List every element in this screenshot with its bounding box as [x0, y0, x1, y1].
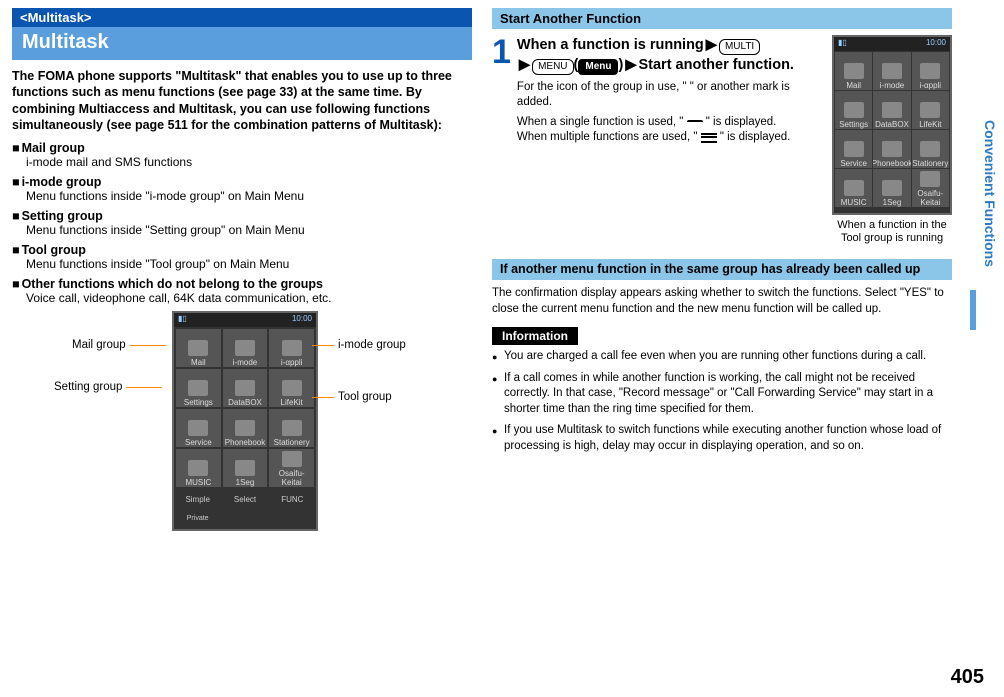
info-item: You are charged a call fee even when you…: [492, 349, 952, 365]
page-number: 405: [951, 666, 984, 689]
menu-cell: 1Seg: [223, 449, 268, 487]
menu-cell: Service: [835, 130, 872, 168]
group-sub-tool: Menu functions inside "Tool group" on Ma…: [26, 257, 472, 271]
label-mail: Mail group: [72, 339, 126, 351]
menu-cell: Service: [176, 409, 221, 447]
side-tab-indicator: [970, 290, 976, 330]
label-imode: i-mode group: [338, 339, 406, 351]
phone-caption: When a function in the Tool group is run…: [832, 219, 952, 245]
menu-cell: Osaifu-Keitai: [269, 449, 314, 487]
group-sub-other: Voice call, videophone call, 64K data co…: [26, 291, 472, 305]
menu-cell: DataBOX: [873, 91, 910, 129]
key-menu: MENU: [532, 59, 573, 75]
menu-cell: Phonebook: [873, 130, 910, 168]
menu-cell: Osaifu-Keitai: [912, 169, 949, 207]
section-title: Multitask: [12, 27, 472, 60]
multi-function-icon: [701, 136, 717, 138]
info-item: If you use Multitask to switch functions…: [492, 423, 952, 454]
group-head-tool: Tool group: [12, 243, 472, 257]
menu-cell: Stationery: [912, 130, 949, 168]
group-sub-mail: i-mode mail and SMS functions: [26, 155, 472, 169]
step-desc-1: For the icon of the group in use, " " or…: [517, 80, 824, 111]
menu-cell: i-mode: [223, 329, 268, 367]
menu-cell: MUSIC: [176, 449, 221, 487]
menu-cell: Phonebook: [223, 409, 268, 447]
menu-cell: Settings: [835, 91, 872, 129]
menu-cell: i-αppli: [269, 329, 314, 367]
note-heading: If another menu function in the same gro…: [492, 259, 952, 280]
note-body: The confirmation display appears asking …: [492, 286, 952, 317]
group-head-imode: i-mode group: [12, 175, 472, 189]
group-head-other: Other functions which do not belong to t…: [12, 277, 472, 291]
menu-cell: DataBOX: [223, 369, 268, 407]
step-number: 1: [492, 35, 511, 146]
info-item: If a call comes in while another functio…: [492, 371, 952, 418]
step-desc-2: When a single function is used, " " is d…: [517, 115, 824, 146]
phone-small: ▮▯10:00 Mail i-mode i-αppli Settings Dat…: [832, 35, 952, 245]
section-description: The FOMA phone supports "Multitask" that…: [12, 68, 472, 133]
group-sub-setting: Menu functions inside "Setting group" on…: [26, 223, 472, 237]
menu-cell: MUSIC: [835, 169, 872, 207]
menu-cell: Stationery: [269, 409, 314, 447]
group-sub-imode: Menu functions inside "i-mode group" on …: [26, 189, 472, 203]
menu-cell: 1Seg: [873, 169, 910, 207]
side-tab: Convenient Functions: [980, 120, 998, 267]
single-function-icon: [687, 120, 703, 124]
status-bar: ▮▯10:00: [174, 313, 316, 327]
menu-cell: Settings: [176, 369, 221, 407]
group-head-mail: Mail group: [12, 141, 472, 155]
information-heading: Information: [492, 327, 578, 345]
key-menu-inv: Menu: [578, 59, 618, 75]
group-head-setting: Setting group: [12, 209, 472, 223]
section-tag: <Multitask>: [12, 8, 472, 27]
menu-cell: i-mode: [873, 52, 910, 90]
softkeys: SimplePrivate Select FUNC: [174, 491, 316, 511]
label-tool: Tool group: [338, 391, 392, 403]
step-heading: When a function is running▶MULTI ▶MENU(M…: [517, 35, 824, 76]
right-header: Start Another Function: [492, 8, 952, 29]
menu-cell: LifeKit: [912, 91, 949, 129]
key-multi: MULTI: [719, 39, 760, 55]
menu-cell: Mail: [835, 52, 872, 90]
menu-diagram: ▮▯10:00 Mail i-mode i-αppli Settings Dat…: [12, 311, 472, 541]
status-bar-small: ▮▯10:00: [834, 37, 950, 51]
menu-cell: i-αppli: [912, 52, 949, 90]
menu-cell: Mail: [176, 329, 221, 367]
label-setting: Setting group: [54, 381, 122, 393]
menu-cell: LifeKit: [269, 369, 314, 407]
phone-screenshot: ▮▯10:00 Mail i-mode i-αppli Settings Dat…: [172, 311, 318, 531]
